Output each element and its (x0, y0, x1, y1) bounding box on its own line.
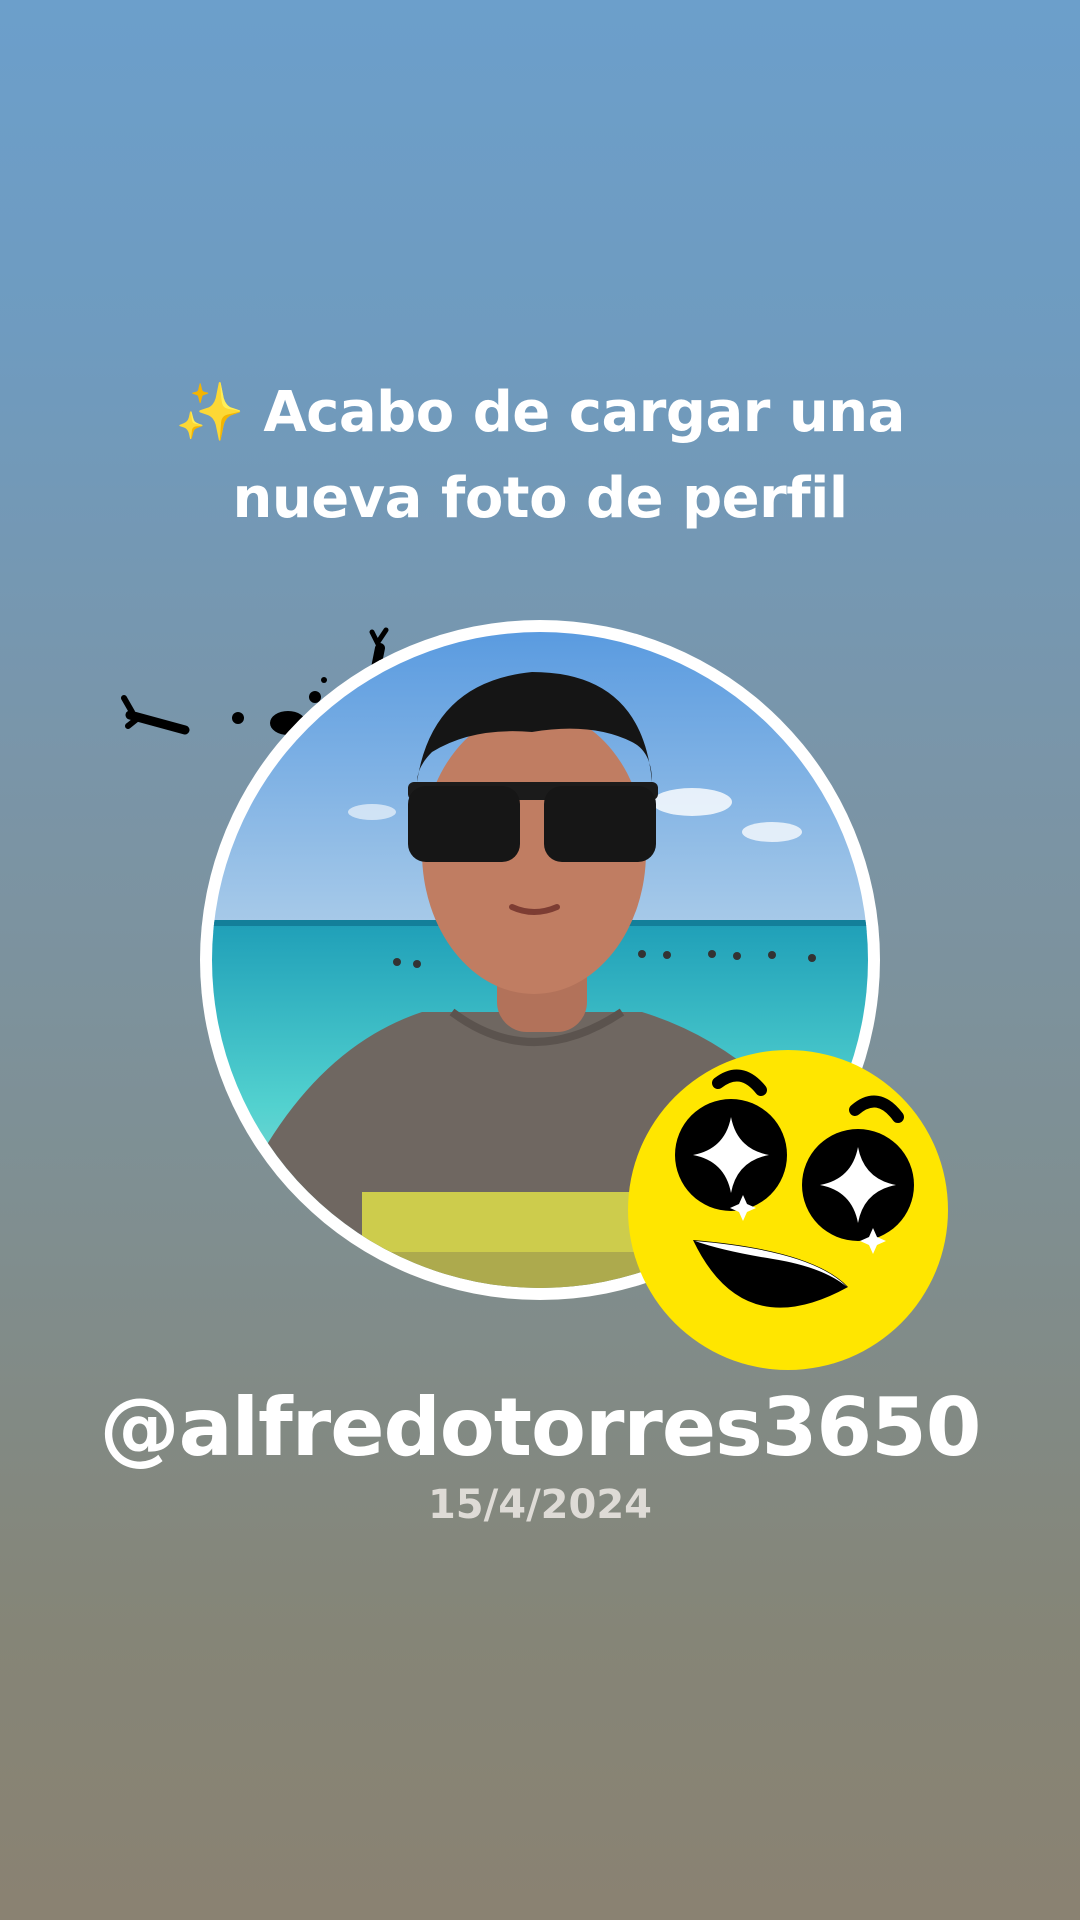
star-struck-emoji (623, 1045, 953, 1375)
headline-line-2: nueva foto de perfil (232, 466, 848, 531)
username[interactable]: @alfredotorres3650 (0, 1378, 1080, 1478)
post-headline: ✨ Acabo de cargar una nueva foto de perf… (0, 370, 1080, 542)
headline-line-1: ✨ Acabo de cargar una (175, 380, 905, 445)
post-date: 15/4/2024 (427, 1482, 653, 1528)
